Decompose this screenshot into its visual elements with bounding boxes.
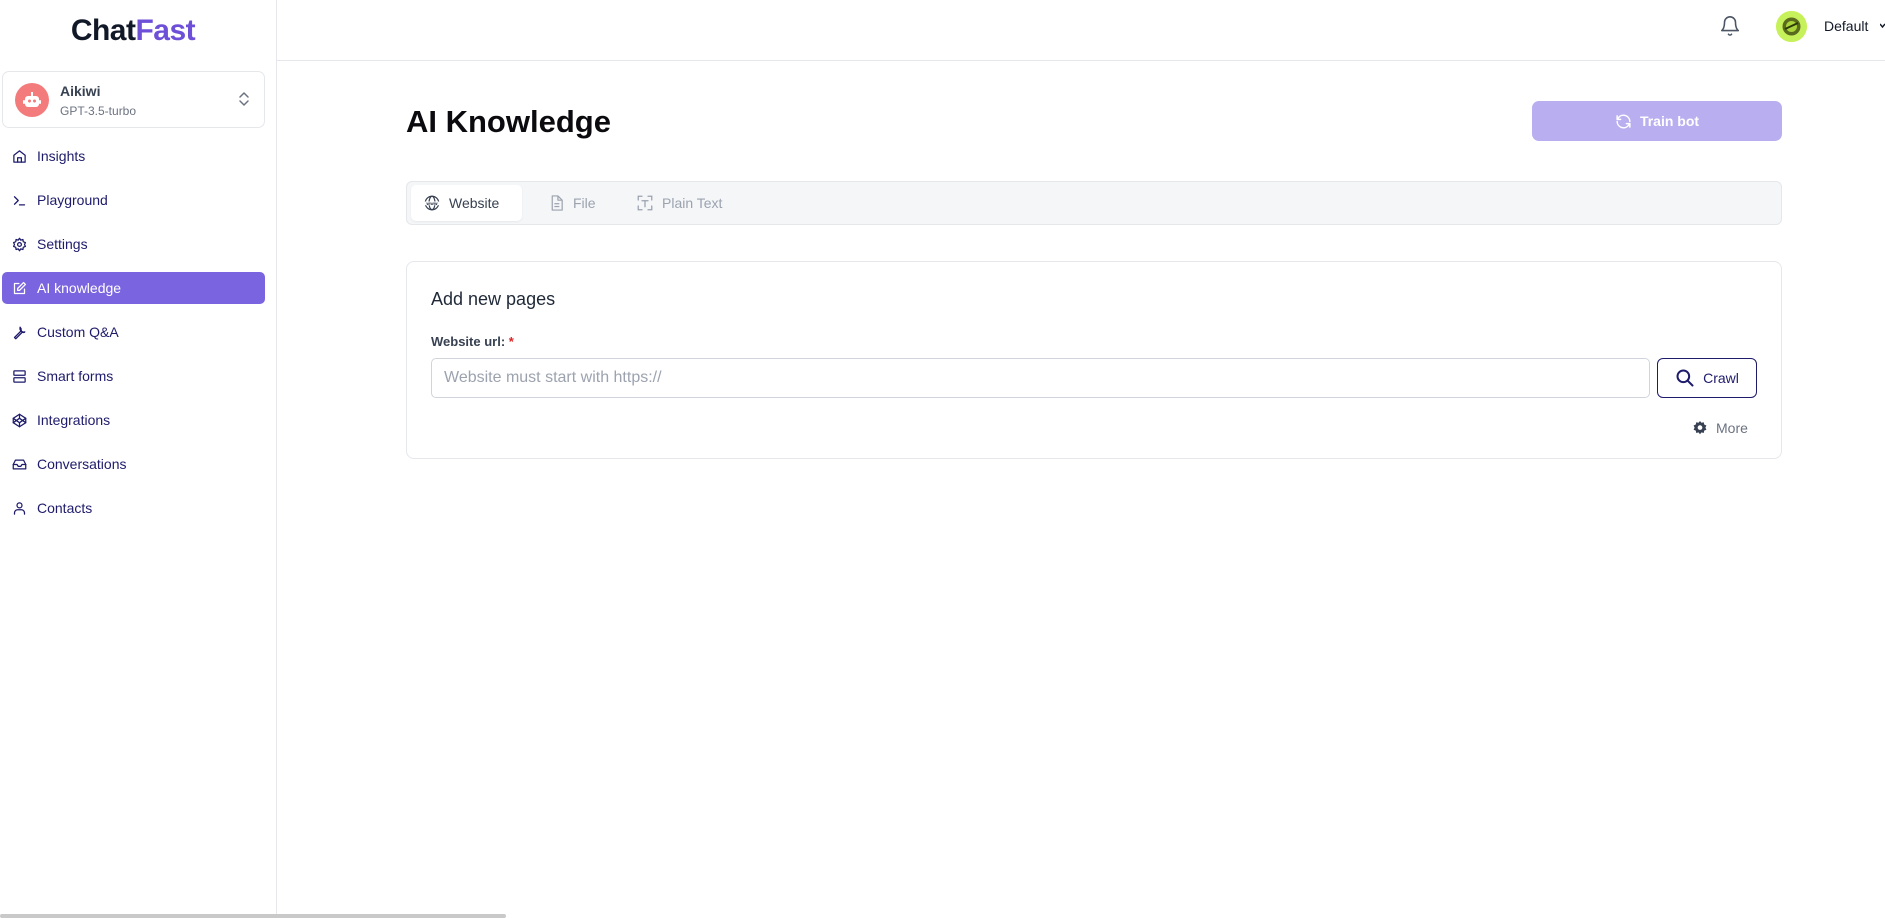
tab-label: File xyxy=(573,195,596,211)
bot-model: GPT-3.5-turbo xyxy=(60,104,137,118)
server-icon xyxy=(2,369,34,384)
train-bot-label: Train bot xyxy=(1639,113,1700,129)
bot-name: Aikiwi xyxy=(60,83,101,99)
globe-www-icon: www xyxy=(424,195,440,211)
tab-website[interactable]: www Website xyxy=(411,185,522,221)
tab-label: Plain Text xyxy=(662,195,723,211)
sidebar-item-label: Integrations xyxy=(37,412,111,428)
sidebar-item-label: Contacts xyxy=(37,500,93,516)
codepen-icon xyxy=(2,413,34,428)
refresh-icon xyxy=(1616,114,1631,128)
gear-icon xyxy=(2,237,34,252)
chevron-down-icon[interactable] xyxy=(1880,22,1885,30)
gear-icon xyxy=(1693,421,1707,435)
home-icon xyxy=(2,149,34,164)
tab-label: Website xyxy=(449,195,500,211)
more-options-button[interactable]: More xyxy=(1692,420,1748,436)
inbox-icon xyxy=(2,457,34,472)
sidebar-item-contacts[interactable]: Contacts xyxy=(2,492,265,524)
sidebar-item-conversations[interactable]: Conversations xyxy=(2,448,265,480)
file-icon xyxy=(551,195,563,211)
website-url-input[interactable] xyxy=(431,358,1650,398)
workspace-label[interactable]: Default xyxy=(1824,18,1868,34)
edit-icon xyxy=(2,281,34,296)
terminal-icon xyxy=(2,193,34,208)
sidebar-item-label: AI knowledge xyxy=(37,280,122,296)
sidebar-item-smart-forms[interactable]: Smart forms xyxy=(2,360,265,392)
user-icon xyxy=(2,501,34,516)
add-pages-card: Add new pages Website url: * Crawl More xyxy=(406,261,1782,459)
sidebar-item-integrations[interactable]: Integrations xyxy=(2,404,265,436)
website-url-label: Website url: * xyxy=(431,334,514,349)
chevron-up-down-icon xyxy=(239,92,249,106)
sidebar-item-label: Insights xyxy=(37,148,86,164)
knowledge-source-tabs: www Website File Plain Text xyxy=(406,181,1782,225)
sidebar-item-label: Playground xyxy=(37,192,108,208)
sidebar-item-label: Custom Q&A xyxy=(37,324,119,340)
sidebar-item-ai-knowledge[interactable]: AI knowledge xyxy=(2,272,265,304)
top-bar: Default xyxy=(277,0,1885,61)
wrench-icon xyxy=(2,325,34,340)
crawl-button[interactable]: Crawl xyxy=(1657,358,1757,398)
page-title: AI Knowledge xyxy=(406,104,611,139)
sidebar-item-settings[interactable]: Settings xyxy=(2,228,265,260)
tab-plain-text[interactable]: Plain Text xyxy=(624,185,734,221)
sidebar-item-label: Settings xyxy=(37,236,88,252)
sidebar-nav: Insights Playground Settings AI knowledg… xyxy=(2,140,265,536)
required-mark: * xyxy=(508,334,514,349)
text-select-icon xyxy=(637,195,653,211)
avatar[interactable] xyxy=(1776,11,1807,42)
tab-file[interactable]: File xyxy=(536,185,608,221)
card-title: Add new pages xyxy=(431,289,556,309)
app-logo[interactable]: ChatFast xyxy=(0,14,266,48)
sidebar-item-playground[interactable]: Playground xyxy=(2,184,265,216)
more-label: More xyxy=(1716,420,1748,436)
bot-selector[interactable]: Aikiwi GPT-3.5-turbo xyxy=(2,71,265,128)
search-icon xyxy=(1676,369,1694,387)
sidebar-item-label: Conversations xyxy=(37,456,127,472)
sidebar: ChatFast Aikiwi GPT-3.5-turbo Insights P… xyxy=(0,0,277,918)
robot-icon xyxy=(15,83,49,117)
sidebar-item-custom-qa[interactable]: Custom Q&A xyxy=(2,316,265,348)
horizontal-scrollbar[interactable] xyxy=(0,914,506,918)
train-bot-button[interactable]: Train bot xyxy=(1532,101,1782,141)
sidebar-item-label: Smart forms xyxy=(37,368,114,384)
crawl-label: Crawl xyxy=(1703,370,1739,386)
bell-icon[interactable] xyxy=(1719,14,1741,38)
sidebar-item-insights[interactable]: Insights xyxy=(2,140,265,172)
svg-text:www: www xyxy=(426,201,438,206)
